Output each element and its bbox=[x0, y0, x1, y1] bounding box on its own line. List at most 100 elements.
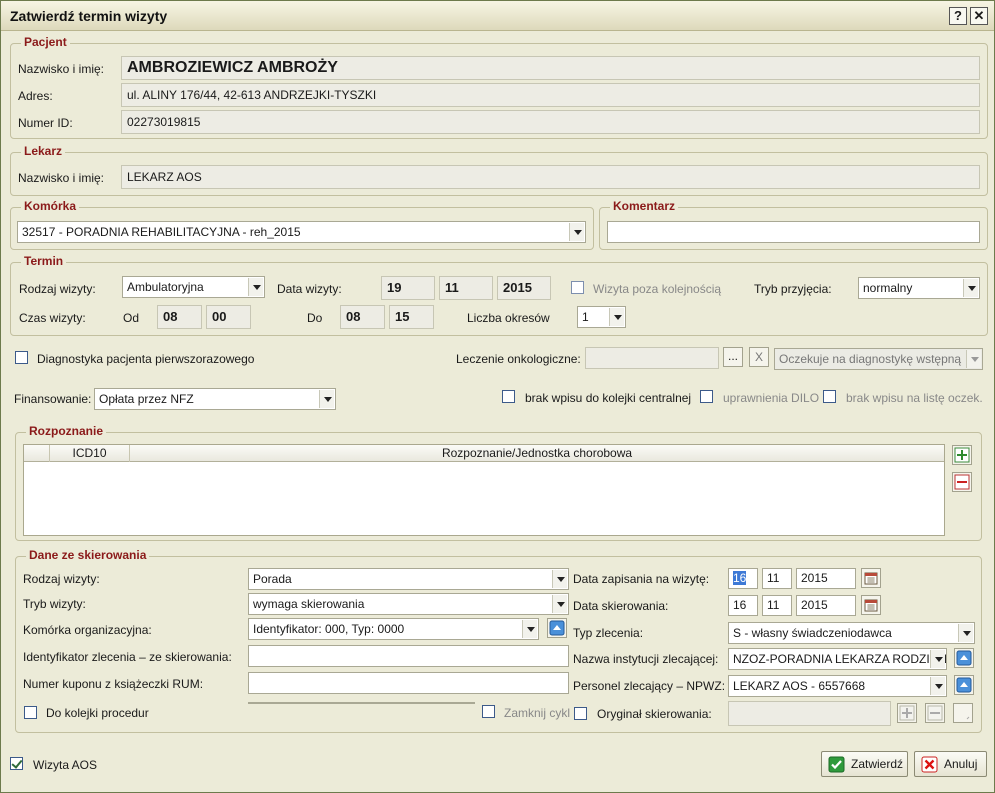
waiting-list-checkbox[interactable] bbox=[823, 390, 836, 403]
oncology-status-select[interactable]: Oczekuje na diagnostykę wstępną bbox=[774, 348, 983, 370]
first-diagnostics-checkbox[interactable] bbox=[15, 351, 28, 364]
arrow-up-icon bbox=[956, 650, 972, 666]
periods-select[interactable]: 1 bbox=[577, 306, 626, 328]
patient-name-field: AMBROZIEWICZ AMBROŻY bbox=[121, 56, 980, 80]
doctor-section: Lekarz Nazwisko i imię: LEKARZ AOS bbox=[10, 144, 988, 196]
close-cycle-checkbox[interactable] bbox=[482, 705, 495, 718]
table-select-column bbox=[24, 445, 50, 462]
confirm-button[interactable]: Zatwierdź bbox=[821, 751, 908, 777]
column-icd10[interactable]: ICD10 bbox=[50, 445, 130, 462]
staff-select[interactable]: LEKARZ AOS - 6557668 bbox=[728, 675, 947, 697]
comment-section: Komentarz bbox=[599, 199, 988, 250]
admission-value: normalny bbox=[863, 281, 913, 295]
coupon-label: Numer kuponu z książeczki RUM: bbox=[23, 677, 204, 691]
visit-time-label: Czas wizyty: bbox=[19, 311, 86, 325]
remove-diagnosis-button[interactable] bbox=[952, 472, 972, 492]
diagnosis-table[interactable]: ICD10 Rozpoznanie/Jednostka chorobowa bbox=[23, 444, 945, 536]
ref-year-input[interactable]: 2015 bbox=[796, 595, 856, 616]
calendar-icon bbox=[864, 572, 878, 585]
column-diagnosis[interactable]: Rozpoznanie/Jednostka chorobowa bbox=[130, 445, 944, 462]
institution-select[interactable]: NZOZ-PORADNIA LEKARZA RODZINNEGO bbox=[728, 648, 947, 670]
chevron-down-icon[interactable] bbox=[963, 279, 978, 297]
order-id-input[interactable] bbox=[248, 645, 569, 667]
org-unit-label: Komórka organizacyjna: bbox=[23, 623, 152, 637]
org-unit-select[interactable]: Identyfikator: 000, Typ: 0000 bbox=[248, 618, 539, 640]
reg-date-calendar-button[interactable] bbox=[861, 568, 881, 588]
chevron-down-icon[interactable] bbox=[522, 620, 537, 638]
reg-day-input[interactable]: 16 bbox=[728, 568, 758, 589]
admission-select[interactable]: normalny bbox=[858, 277, 980, 299]
reg-month-input[interactable]: 11 bbox=[762, 568, 792, 589]
chevron-down-icon[interactable] bbox=[569, 223, 584, 241]
first-diagnostics-label: Diagnostyka pacjenta pierwszorazowego bbox=[37, 352, 255, 366]
chevron-down-icon[interactable] bbox=[930, 677, 945, 695]
diagnosis-section: Rozpoznanie ICD10 Rozpoznanie/Jednostka … bbox=[15, 424, 982, 541]
chevron-down-icon[interactable] bbox=[966, 350, 981, 368]
doctor-name-label: Nazwisko i imię: bbox=[18, 171, 105, 185]
order-type-select[interactable]: S - własny świadczeniodawca bbox=[728, 622, 975, 644]
procedure-queue-label: Do kolejki procedur bbox=[46, 706, 149, 720]
plus-icon bbox=[899, 705, 915, 721]
plus-icon bbox=[954, 447, 970, 463]
oncology-browse-button[interactable]: ... bbox=[723, 347, 743, 367]
help-button[interactable]: ? bbox=[949, 7, 967, 25]
cancel-icon bbox=[921, 756, 938, 773]
ref-visit-type-select[interactable]: Porada bbox=[248, 568, 569, 590]
visit-date-label: Data wizyty: bbox=[277, 282, 342, 296]
waiting-list-label: brak wpisu na listę oczek. bbox=[846, 391, 983, 405]
reg-date-label: Data zapisania na wizytę: bbox=[573, 572, 710, 586]
org-unit-up-button[interactable] bbox=[547, 618, 567, 638]
org-unit-value: Identyfikator: 000, Typ: 0000 bbox=[253, 622, 405, 636]
ref-visit-type-label: Rodzaj wizyty: bbox=[23, 572, 100, 586]
minus-icon bbox=[954, 474, 970, 490]
staff-up-button[interactable] bbox=[954, 675, 974, 695]
visit-type-value: Ambulatoryjna bbox=[127, 280, 204, 294]
chevron-down-icon[interactable] bbox=[248, 278, 263, 296]
doctor-legend: Lekarz bbox=[21, 144, 66, 158]
procedure-queue-select[interactable] bbox=[248, 702, 475, 704]
financing-select[interactable]: Opłata przez NFZ bbox=[94, 388, 336, 410]
diagnosis-legend: Rozpoznanie bbox=[26, 424, 106, 438]
comment-input[interactable] bbox=[607, 221, 980, 243]
order-type-value: S - własny świadczeniodawca bbox=[733, 626, 892, 640]
chevron-down-icon[interactable] bbox=[552, 570, 567, 588]
procedure-queue-checkbox[interactable] bbox=[24, 706, 37, 719]
dilo-checkbox[interactable] bbox=[700, 390, 713, 403]
ref-date-calendar-button[interactable] bbox=[861, 595, 881, 615]
chevron-down-icon[interactable] bbox=[552, 595, 567, 613]
arrow-up-icon bbox=[956, 677, 972, 693]
term-legend: Termin bbox=[21, 254, 67, 268]
referral-legend: Dane ze skierowania bbox=[26, 548, 150, 562]
visit-type-select[interactable]: Ambulatoryjna bbox=[122, 276, 265, 298]
original-add-button[interactable] bbox=[897, 703, 917, 723]
oncology-clear-button[interactable]: X bbox=[749, 347, 769, 367]
central-queue-checkbox[interactable] bbox=[502, 390, 515, 403]
chevron-down-icon[interactable] bbox=[930, 650, 945, 668]
reg-year-input[interactable]: 2015 bbox=[796, 568, 856, 589]
aos-visit-checkbox[interactable] bbox=[10, 757, 23, 770]
ref-month-input[interactable]: 11 bbox=[762, 595, 792, 616]
ref-visit-mode-select[interactable]: wymaga skierowania bbox=[248, 593, 569, 615]
original-view-button[interactable] bbox=[953, 703, 973, 723]
chevron-down-icon[interactable] bbox=[609, 308, 624, 326]
coupon-input[interactable] bbox=[248, 672, 569, 694]
close-cycle-label: Zamknij cykl bbox=[504, 706, 571, 720]
unit-select[interactable]: 32517 - PORADNIA REHABILITACYJNA - reh_2… bbox=[17, 221, 586, 243]
cancel-button[interactable]: Anuluj bbox=[914, 751, 987, 777]
patient-id-field: 02273019815 bbox=[121, 110, 980, 134]
chevron-down-icon[interactable] bbox=[958, 624, 973, 642]
out-of-order-checkbox[interactable] bbox=[571, 281, 584, 294]
calendar-icon bbox=[864, 599, 878, 612]
institution-up-button[interactable] bbox=[954, 648, 974, 668]
original-remove-button[interactable] bbox=[925, 703, 945, 723]
ref-day-input[interactable]: 16 bbox=[728, 595, 758, 616]
original-referral-checkbox[interactable] bbox=[574, 707, 587, 720]
central-queue-label: brak wpisu do kolejki centralnej bbox=[525, 391, 692, 405]
ref-visit-mode-value: wymaga skierowania bbox=[253, 597, 365, 611]
order-id-label: Identyfikator zlecenia – ze skierowania: bbox=[23, 650, 232, 664]
add-diagnosis-button[interactable] bbox=[952, 445, 972, 465]
chevron-down-icon[interactable] bbox=[319, 390, 334, 408]
close-button[interactable]: ✕ bbox=[970, 7, 988, 25]
unit-section: Komórka 32517 - PORADNIA REHABILITACYJNA… bbox=[10, 199, 594, 250]
comment-legend: Komentarz bbox=[610, 199, 679, 213]
